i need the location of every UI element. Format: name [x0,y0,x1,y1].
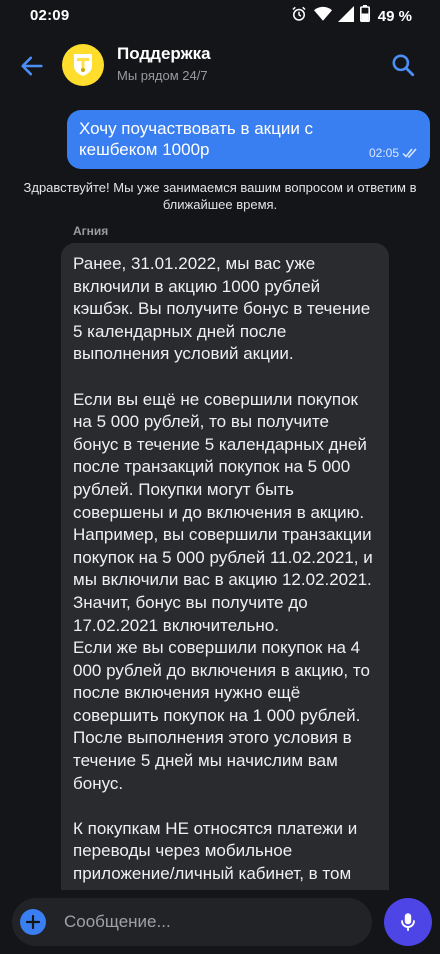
microphone-icon [401,913,415,932]
composer [12,898,372,946]
status-icons: 49 % [290,5,412,28]
signal-icon [337,5,354,27]
outgoing-message-text: Хочу поучаствовать в акции с кешбеком 10… [79,119,314,159]
avatar[interactable] [62,44,104,86]
battery-icon [359,5,370,27]
bank-logo-icon [74,54,92,76]
incoming-message[interactable]: Ранее, 31.01.2022, мы вас уже включили в… [61,243,389,933]
search-icon [392,54,415,77]
alarm-icon [290,5,308,28]
back-button[interactable] [18,52,46,80]
status-bar: 02:09 49 % [0,0,440,32]
message-meta: 02:05 [369,146,418,160]
outgoing-message[interactable]: Хочу поучаствовать в акции с кешбеком 10… [67,110,430,169]
message-time: 02:05 [368,146,399,160]
attach-button[interactable] [20,909,46,935]
message-input[interactable] [64,909,354,935]
status-time: 02:09 [30,7,70,24]
sender-name: Агния [73,224,109,238]
wifi-icon [313,6,332,27]
chat-header: Поддержка Мы рядом 24/7 [0,32,440,100]
plus-icon [26,915,40,929]
incoming-message-text: Ранее, 31.01.2022, мы вас уже включили в… [73,254,373,884]
search-button[interactable] [390,52,416,78]
chat-subtitle: Мы рядом 24/7 [117,68,208,83]
double-check-icon [402,148,417,158]
battery-level: 49 % [377,7,412,25]
chat-title: Поддержка [117,44,211,63]
arrow-left-icon [21,56,43,76]
system-message: Здравствуйте! Мы уже занимаемся вашим во… [23,180,417,212]
voice-message-button[interactable] [384,898,432,946]
